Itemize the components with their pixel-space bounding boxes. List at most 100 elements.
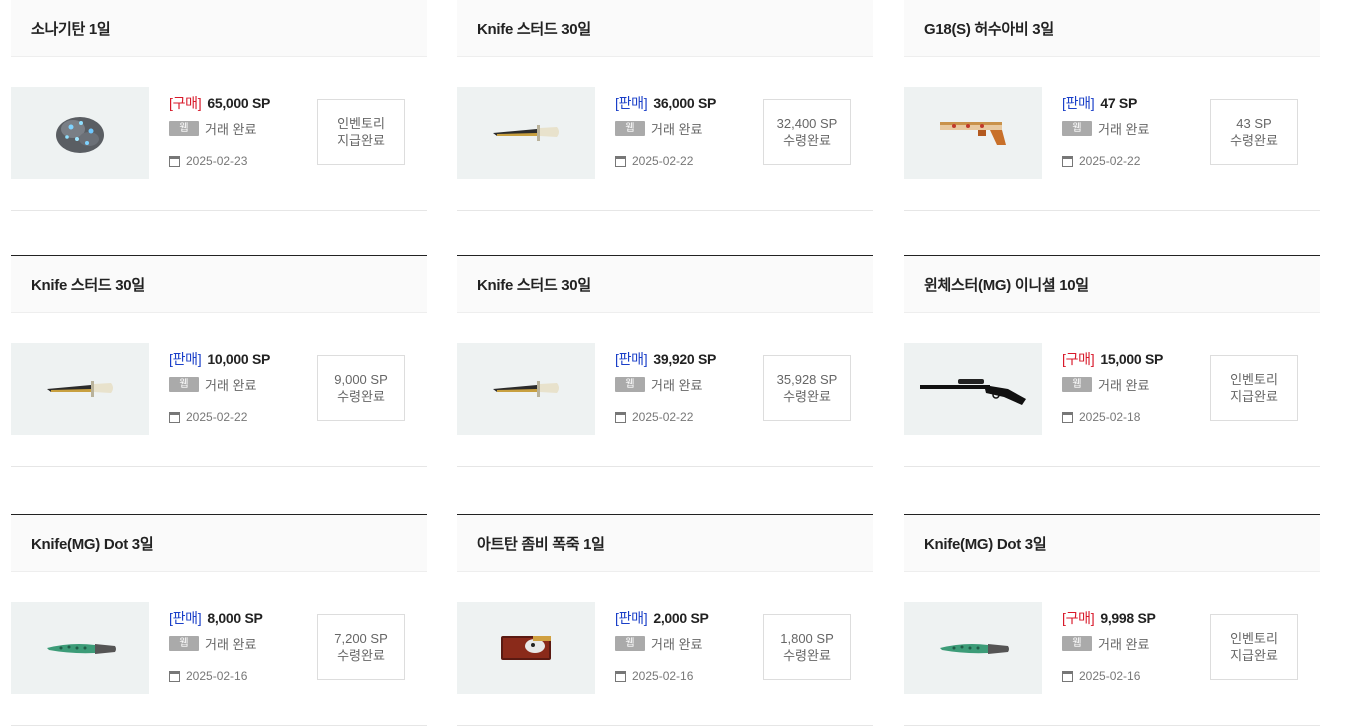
trade-details: [판매] 8,000 SP 웹 거래 완료 2025-02-16 7,200 SP… <box>11 572 427 726</box>
trade-date: 2025-02-16 <box>632 669 694 683</box>
trade-status: 거래 완료 <box>651 637 703 652</box>
delivery-status-line1: 7,200 SP <box>334 631 388 646</box>
item-thumbnail <box>457 343 595 435</box>
calendar-icon <box>169 155 180 167</box>
delivery-status-button[interactable]: 43 SP 수령완료 <box>1210 99 1298 165</box>
trade-details: [구매] 9,998 SP 웹 거래 완료 2025-02-16 인벤토리 지급완… <box>904 572 1320 726</box>
delivery-status-line1: 인벤토리 <box>1230 631 1278 646</box>
item-title: Knife(MG) Dot 3일 <box>11 515 427 572</box>
trade-details: [구매] 65,000 SP 웹 거래 완료 2025-02-23 인벤토리 지급… <box>11 57 427 211</box>
trade-price: 47 SP <box>1100 95 1137 111</box>
trade-type-tag: [구매] <box>1062 351 1095 367</box>
trade-date: 2025-02-22 <box>1079 154 1141 168</box>
item-thumbnail <box>904 87 1042 179</box>
trade-price: 65,000 SP <box>207 95 271 111</box>
item-thumbnail <box>11 602 149 694</box>
trade-details: [판매] 47 SP 웹 거래 완료 2025-02-22 43 SP 수령완료 <box>904 57 1320 211</box>
trade-date: 2025-02-18 <box>1079 410 1141 424</box>
trade-price: 10,000 SP <box>207 351 271 367</box>
web-badge: 웹 <box>1062 636 1092 651</box>
trade-info: [판매] 39,920 SP 웹 거래 완료 2025-02-22 <box>615 349 716 424</box>
trade-details: [판매] 10,000 SP 웹 거래 완료 2025-02-22 9,000 S… <box>11 313 427 467</box>
trade-info: [구매] 15,000 SP 웹 거래 완료 2025-02-18 <box>1062 349 1163 424</box>
trade-price: 2,000 SP <box>653 610 709 626</box>
web-badge: 웹 <box>169 121 199 136</box>
trade-date: 2025-02-16 <box>186 669 248 683</box>
trade-type-tag: [판매] <box>169 351 202 367</box>
calendar-icon <box>615 411 626 423</box>
trade-card: Knife 스터드 30일 [판매] 36,000 SP 웹 거래 완료 202… <box>457 0 873 211</box>
trade-card: Knife(MG) Dot 3일 [판매] 8,000 SP 웹 거래 완료 2… <box>11 514 427 726</box>
trade-status: 거래 완료 <box>205 378 257 393</box>
delivery-status-line1: 1,800 SP <box>780 631 834 646</box>
item-thumbnail <box>11 343 149 435</box>
calendar-icon <box>615 155 626 167</box>
web-badge: 웹 <box>615 636 645 651</box>
delivery-status-line1: 35,928 SP <box>776 372 838 387</box>
trade-info: [판매] 10,000 SP 웹 거래 완료 2025-02-22 <box>169 349 270 424</box>
delivery-status-button[interactable]: 인벤토리 지급완료 <box>1210 614 1298 680</box>
trade-info: [판매] 2,000 SP 웹 거래 완료 2025-02-16 <box>615 608 709 683</box>
calendar-icon <box>1062 411 1073 423</box>
item-title: 소나기탄 1일 <box>11 0 427 57</box>
trade-card: Knife(MG) Dot 3일 [구매] 9,998 SP 웹 거래 완료 2… <box>904 514 1320 726</box>
trade-info: [판매] 8,000 SP 웹 거래 완료 2025-02-16 <box>169 608 263 683</box>
trade-info: [구매] 9,998 SP 웹 거래 완료 2025-02-16 <box>1062 608 1156 683</box>
item-thumbnail <box>11 87 149 179</box>
web-badge: 웹 <box>1062 377 1092 392</box>
trade-info: [구매] 65,000 SP 웹 거래 완료 2025-02-23 <box>169 93 270 168</box>
trade-details: [구매] 15,000 SP 웹 거래 완료 2025-02-18 인벤토리 지급… <box>904 313 1320 467</box>
web-badge: 웹 <box>169 377 199 392</box>
item-thumbnail <box>457 602 595 694</box>
trade-date: 2025-02-22 <box>632 154 694 168</box>
trade-card: Knife 스터드 30일 [판매] 39,920 SP 웹 거래 완료 202… <box>457 255 873 467</box>
trade-status: 거래 완료 <box>205 637 257 652</box>
delivery-status-button[interactable]: 인벤토리 지급완료 <box>317 99 405 165</box>
trade-history-grid: 소나기탄 1일 [구매] 65,000 SP 웹 거래 완료 2025-02-2… <box>0 0 1347 726</box>
item-thumbnail <box>457 87 595 179</box>
item-title: Knife 스터드 30일 <box>11 256 427 313</box>
trade-price: 36,000 SP <box>653 95 717 111</box>
trade-card: G18(S) 허수아비 3일 [판매] 47 SP 웹 거래 완료 2025-0… <box>904 0 1320 211</box>
trade-card: 윈체스터(MG) 이니셜 10일 [구매] 15,000 SP 웹 거래 완료 <box>904 255 1320 467</box>
delivery-status-button[interactable]: 1,800 SP 수령완료 <box>763 614 851 680</box>
item-title: Knife 스터드 30일 <box>457 256 873 313</box>
trade-details: [판매] 2,000 SP 웹 거래 완료 2025-02-16 1,800 SP… <box>457 572 873 726</box>
delivery-status-line2: 수령완료 <box>783 648 831 663</box>
delivery-status-line2: 수령완료 <box>337 648 385 663</box>
delivery-status-button[interactable]: 7,200 SP 수령완료 <box>317 614 405 680</box>
delivery-status-line1: 인벤토리 <box>1230 372 1278 387</box>
trade-price: 15,000 SP <box>1100 351 1164 367</box>
trade-type-tag: [구매] <box>1062 610 1095 626</box>
item-thumbnail <box>904 343 1042 435</box>
delivery-status-button[interactable]: 32,400 SP 수령완료 <box>763 99 851 165</box>
delivery-status-line2: 지급완료 <box>1230 389 1278 404</box>
item-title: 윈체스터(MG) 이니셜 10일 <box>904 256 1320 313</box>
trade-type-tag: [판매] <box>1062 95 1095 111</box>
delivery-status-line1: 인벤토리 <box>337 116 385 131</box>
trade-type-tag: [판매] <box>615 610 648 626</box>
item-title: Knife 스터드 30일 <box>457 0 873 57</box>
trade-price: 39,920 SP <box>653 351 717 367</box>
web-badge: 웹 <box>615 121 645 136</box>
delivery-status-button[interactable]: 9,000 SP 수령완료 <box>317 355 405 421</box>
delivery-status-line2: 지급완료 <box>1230 648 1278 663</box>
trade-date: 2025-02-16 <box>1079 669 1141 683</box>
trade-status: 거래 완료 <box>1098 122 1150 137</box>
delivery-status-button[interactable]: 35,928 SP 수령완료 <box>763 355 851 421</box>
trade-status: 거래 완료 <box>205 122 257 137</box>
delivery-status-line2: 수령완료 <box>783 389 831 404</box>
trade-status: 거래 완료 <box>651 378 703 393</box>
trade-info: [판매] 47 SP 웹 거래 완료 2025-02-22 <box>1062 93 1149 168</box>
web-badge: 웹 <box>169 636 199 651</box>
calendar-icon <box>615 670 626 682</box>
trade-status: 거래 완료 <box>1098 378 1150 393</box>
trade-type-tag: [판매] <box>615 351 648 367</box>
trade-date: 2025-02-23 <box>186 154 248 168</box>
trade-type-tag: [구매] <box>169 95 202 111</box>
delivery-status-button[interactable]: 인벤토리 지급완료 <box>1210 355 1298 421</box>
trade-card: 아트탄 좀비 폭죽 1일 [판매] 2,000 SP 웹 거래 완료 2025-… <box>457 514 873 726</box>
item-title: Knife(MG) Dot 3일 <box>904 515 1320 572</box>
web-badge: 웹 <box>615 377 645 392</box>
delivery-status-line2: 지급완료 <box>337 133 385 148</box>
